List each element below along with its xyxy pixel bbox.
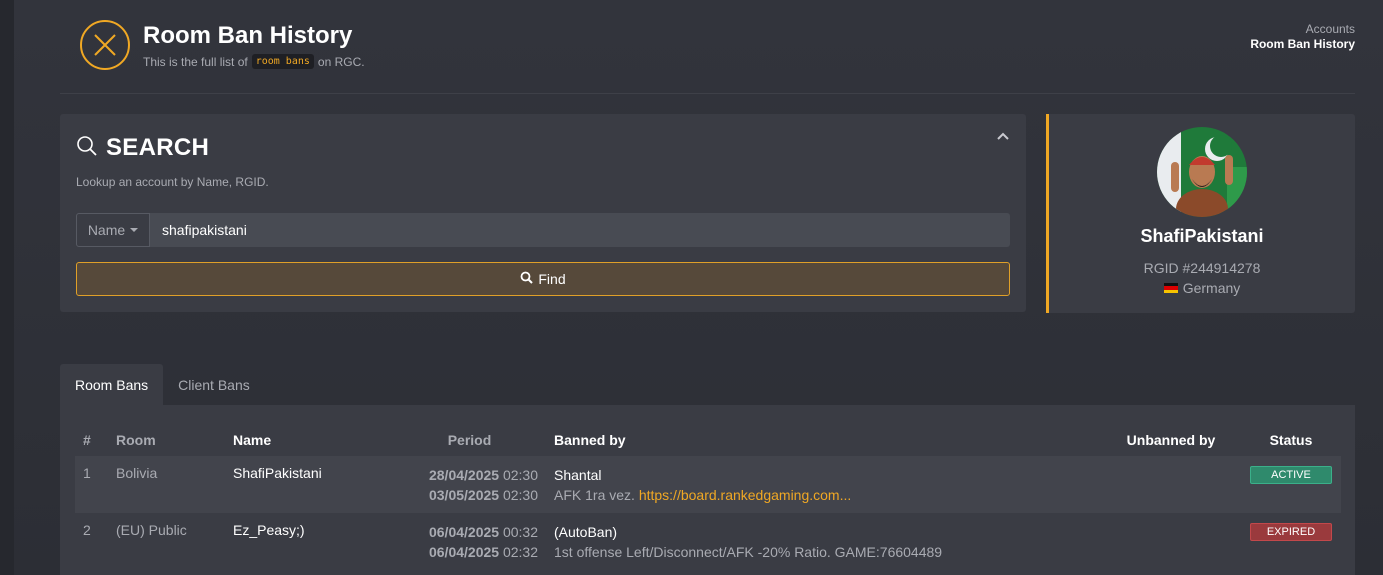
period-end-time: 02:30 <box>502 487 538 503</box>
room-bans-table: # Room Name Period Banned by Unbanned by… <box>75 423 1341 570</box>
period-start-date: 06/04/2025 <box>428 524 500 540</box>
table-header-row: # Room Name Period Banned by Unbanned by… <box>75 423 1341 456</box>
find-button-label: Find <box>538 271 566 287</box>
row-period: 06/04/2025 00:32 06/04/2025 02:32 <box>393 513 546 570</box>
collapse-button[interactable] <box>994 128 1012 146</box>
row-room: (EU) Public <box>108 513 225 570</box>
ban-reason: 1st offense Left/Disconnect/AFK -20% Rat… <box>554 544 943 560</box>
profile-name: ShafiPakistani <box>1140 226 1264 246</box>
search-panel: SEARCH Lookup an account by Name, RGID. … <box>60 114 1026 312</box>
search-description: Lookup an account by Name, RGID. <box>76 175 269 189</box>
table-row: 2 (EU) Public Ez_Peasy;) 06/04/2025 00:3… <box>75 513 1341 570</box>
breadcrumb-current: Room Ban History <box>1250 37 1355 51</box>
search-input[interactable] <box>150 213 1010 247</box>
period-start-time: 00:32 <box>502 524 538 540</box>
ban-tabs: Room Bans Client Bans <box>60 364 265 405</box>
table-row: 1 Bolivia ShafiPakistani 28/04/2025 02:3… <box>75 456 1341 513</box>
search-icon <box>520 271 534 287</box>
breadcrumb-accounts[interactable]: Accounts <box>1250 22 1355 37</box>
row-status: EXPIRED <box>1241 513 1341 570</box>
room-bans-panel: # Room Name Period Banned by Unbanned by… <box>60 405 1355 575</box>
banned-by-name: (AutoBan) <box>554 524 618 540</box>
profile-card: ShafiPakistani RGID #244914278 Germany <box>1046 114 1355 313</box>
header-name: Name <box>233 431 272 448</box>
search-heading: SEARCH <box>76 134 209 162</box>
header-num: # <box>83 431 91 448</box>
row-unbanned-by <box>1101 513 1241 570</box>
period-start-date: 28/04/2025 <box>428 467 500 483</box>
row-unbanned-by <box>1101 456 1241 513</box>
subtitle-prefix: This is the full list of <box>143 54 248 69</box>
row-banned-by: Shantal AFK 1ra vez. https://board.ranke… <box>546 456 1101 513</box>
header-unbanned-by: Unbanned by <box>1126 431 1216 448</box>
row-name[interactable]: ShafiPakistani <box>225 456 393 513</box>
profile-country: Germany <box>1049 280 1355 296</box>
avatar <box>1157 127 1247 217</box>
row-period: 28/04/2025 02:30 03/05/2025 02:30 <box>393 456 546 513</box>
header-period: Period <box>447 431 492 448</box>
close-circle-icon <box>80 20 130 70</box>
row-num: 1 <box>75 456 108 513</box>
subtitle-code: room bans <box>251 54 314 69</box>
germany-flag-icon <box>1163 283 1178 293</box>
search-type-select[interactable]: Name <box>76 213 150 247</box>
search-icon <box>76 135 98 162</box>
page: Room Ban History This is the full list o… <box>14 0 1383 575</box>
row-banned-by: (AutoBan) 1st offense Left/Disconnect/AF… <box>546 513 1101 570</box>
chevron-up-icon <box>996 128 1010 146</box>
row-room: Bolivia <box>108 456 225 513</box>
status-badge: ACTIVE <box>1250 466 1332 484</box>
period-start-time: 02:30 <box>502 467 538 483</box>
header-banned-by: Banned by <box>554 431 626 448</box>
breadcrumb: Accounts Room Ban History <box>1250 22 1355 52</box>
row-status: ACTIVE <box>1241 456 1341 513</box>
page-subtitle: This is the full list of room bans on RG… <box>143 54 365 69</box>
period-end-date: 03/05/2025 <box>428 487 500 503</box>
find-button[interactable]: Find <box>76 262 1010 296</box>
ban-reason: AFK 1ra vez. <box>554 487 635 503</box>
banned-by-name: Shantal <box>554 467 602 483</box>
status-badge: EXPIRED <box>1250 523 1332 541</box>
header-room: Room <box>116 431 156 448</box>
period-end-date: 06/04/2025 <box>428 544 500 560</box>
header-status: Status <box>1269 431 1313 448</box>
period-end-time: 02:32 <box>502 544 538 560</box>
profile-country-name: Germany <box>1182 280 1241 296</box>
page-header: Room Ban History This is the full list o… <box>60 0 1355 94</box>
row-name[interactable]: Ez_Peasy;) <box>225 513 393 570</box>
search-title: SEARCH <box>106 134 210 161</box>
ban-reason-link[interactable]: https://board.rankedgaming.com... <box>639 487 851 503</box>
tab-client-bans[interactable]: Client Bans <box>163 364 265 405</box>
tab-room-bans[interactable]: Room Bans <box>60 364 164 405</box>
sidebar-strip <box>0 0 14 575</box>
profile-rgid: RGID #244914278 <box>1143 260 1261 276</box>
row-num: 2 <box>75 513 108 570</box>
search-input-group: Name <box>76 213 1010 247</box>
caret-down-icon <box>130 228 139 232</box>
search-type-value: Name <box>87 222 126 238</box>
page-title: Room Ban History <box>143 22 353 49</box>
subtitle-suffix: on RGC. <box>317 54 365 69</box>
